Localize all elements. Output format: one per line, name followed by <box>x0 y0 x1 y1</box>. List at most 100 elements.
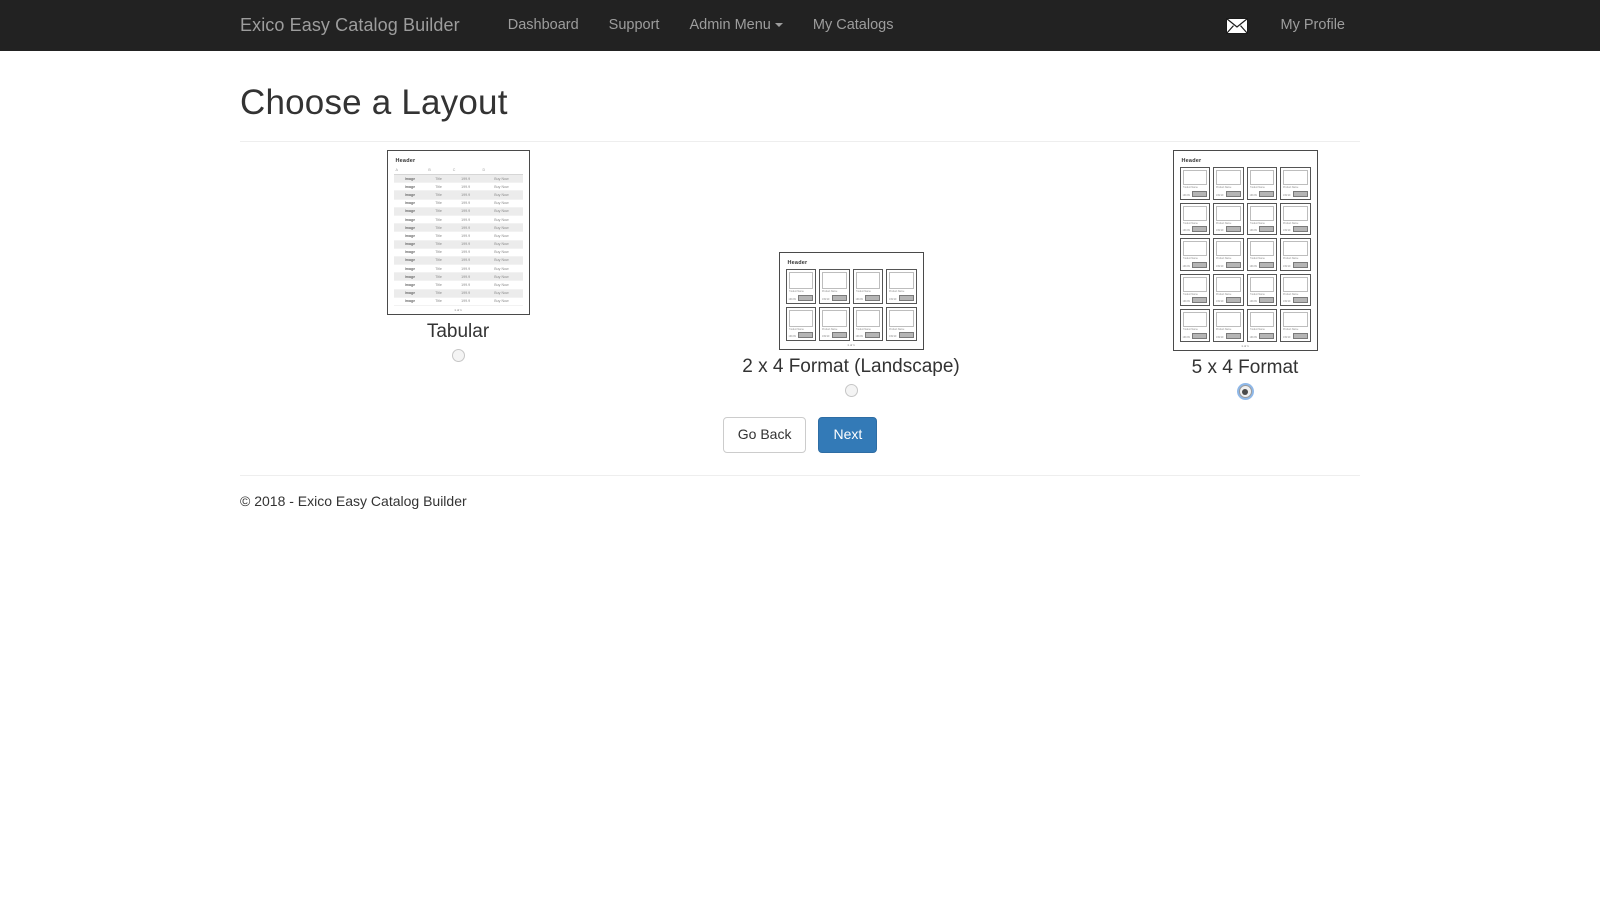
preview-card-price: 199.99 <box>1183 336 1190 339</box>
preview-card-bottom: 199.99 <box>1250 225 1275 232</box>
preview-card: Product Name199.99 <box>1280 309 1311 342</box>
preview-card-image <box>1183 312 1208 327</box>
preview-card-image <box>889 310 914 327</box>
preview-card-price: 199.99 <box>1283 194 1290 197</box>
preview-table-row: ImageTitle199.9Buy Now <box>394 215 523 223</box>
preview-card-buy-button <box>1192 226 1207 232</box>
preview-card-bottom: 199.99 <box>1250 190 1275 197</box>
nav-item-my-catalogs[interactable]: My Catalogs <box>798 0 909 51</box>
preview-card-image <box>1283 206 1308 221</box>
preview-card-buy-button <box>865 295 880 301</box>
preview-card-buy-button <box>1192 333 1207 339</box>
preview-card-price: 199.99 <box>1216 229 1223 232</box>
go-back-button[interactable]: Go Back <box>723 417 807 453</box>
preview-card-price: 199.99 <box>889 298 896 301</box>
layout-option-tabular[interactable]: Header A B C D ImageTitle199.9Buy NowIma… <box>288 150 628 362</box>
layout-radio-tabular[interactable] <box>452 349 465 362</box>
preview-table-cell: Title <box>426 215 450 223</box>
preview-card-bottom: 199.99 <box>1283 261 1308 268</box>
preview-table-cell: 199.9 <box>451 224 481 232</box>
preview-table-cell: Image <box>394 256 427 264</box>
preview-footer-label: 1 of 1 <box>1180 342 1311 348</box>
preview-card-bottom: 199.99 <box>856 331 881 338</box>
preview-table-row: ImageTitle199.9Buy Now <box>394 248 523 256</box>
layout-option-2x4[interactable]: Header Product Name199.99Product Name199… <box>681 252 1021 397</box>
nav-item-my-profile[interactable]: My Profile <box>1266 0 1360 51</box>
nav-item-admin-menu[interactable]: Admin Menu <box>674 0 797 51</box>
next-button[interactable]: Next <box>818 417 877 453</box>
preview-col-c: C <box>451 167 481 175</box>
preview-table-cell: 199.9 <box>451 183 481 191</box>
preview-card: Product Name199.99 <box>1180 167 1211 200</box>
preview-card-buy-button <box>1259 191 1274 197</box>
preview-table-cell: Title <box>426 256 450 264</box>
preview-card-price: 199.99 <box>1250 336 1257 339</box>
preview-table-cell: Buy Now <box>480 265 522 273</box>
preview-card-price: 199.99 <box>1183 265 1190 268</box>
preview-table-cell: Image <box>394 273 427 281</box>
preview-table: A B C D ImageTitle199.9Buy NowImageTitle… <box>394 167 523 306</box>
preview-card-price: 199.99 <box>1250 300 1257 303</box>
preview-header-label: Header <box>394 156 523 167</box>
preview-card: Product Name199.99 <box>1247 167 1278 200</box>
preview-card-bottom: 199.99 <box>1250 261 1275 268</box>
preview-card-buy-button <box>1293 191 1308 197</box>
preview-table-cell: Buy Now <box>480 273 522 281</box>
preview-card-bottom: 199.99 <box>1250 332 1275 339</box>
preview-card-image <box>1250 206 1275 221</box>
preview-table-cell: Title <box>426 207 450 215</box>
preview-table-cell: Title <box>426 183 450 191</box>
preview-card-image <box>1216 206 1241 221</box>
preview-table-cell: Image <box>394 191 427 199</box>
preview-card: Product Name199.99 <box>1280 203 1311 236</box>
preview-card-image <box>856 310 881 327</box>
preview-card-image <box>1216 241 1241 256</box>
preview-table-cell: Image <box>394 215 427 223</box>
preview-card-image <box>1216 312 1241 327</box>
preview-card-buy-button <box>832 332 847 338</box>
preview-card-price: 199.99 <box>856 298 863 301</box>
preview-card: Product Name199.99 <box>819 307 850 342</box>
preview-table-row: ImageTitle199.9Buy Now <box>394 289 523 297</box>
preview-card-buy-button <box>798 332 813 338</box>
navbar-inner: Exico Easy Catalog Builder Dashboard Sup… <box>240 0 1360 51</box>
preview-table-row: ImageTitle199.9Buy Now <box>394 207 523 215</box>
preview-table-cell: Buy Now <box>480 175 522 183</box>
layout-option-5x4[interactable]: Header Product Name199.99Product Name199… <box>1075 150 1415 398</box>
nav-item-admin-menu-label: Admin Menu <box>689 17 770 33</box>
preview-card-buy-button <box>832 295 847 301</box>
layout-preview-2x4-wrap: Header Product Name199.99Product Name199… <box>681 252 1021 350</box>
preview-card: Product Name199.99 <box>1247 203 1278 236</box>
form-actions: Go Back Next <box>240 417 1360 453</box>
preview-card-buy-button <box>1192 262 1207 268</box>
preview-table-cell: Title <box>426 248 450 256</box>
layout-radio-2x4[interactable] <box>845 384 858 397</box>
preview-card: Product Name199.99 <box>1247 274 1278 307</box>
envelope-icon[interactable] <box>1208 18 1266 34</box>
preview-table-row: ImageTitle199.9Buy Now <box>394 256 523 264</box>
preview-card-price: 199.99 <box>1250 194 1257 197</box>
layout-radio-5x4[interactable] <box>1239 385 1252 398</box>
preview-card: Product Name199.99 <box>1247 238 1278 271</box>
preview-card-buy-button <box>1259 262 1274 268</box>
brand-link[interactable]: Exico Easy Catalog Builder <box>240 0 475 51</box>
preview-card: Product Name199.99 <box>1213 238 1244 271</box>
preview-table-cell: 199.9 <box>451 207 481 215</box>
preview-card-buy-button <box>865 332 880 338</box>
preview-card-image <box>1283 312 1308 327</box>
preview-table-row: ImageTitle199.9Buy Now <box>394 297 523 305</box>
preview-table-cell: 199.9 <box>451 281 481 289</box>
preview-table-cell: Image <box>394 207 427 215</box>
layout-radio-5x4-wrap <box>1075 385 1415 398</box>
preview-card-price: 199.99 <box>889 335 896 338</box>
preview-col-d: D <box>480 167 522 175</box>
preview-card: Product Name199.99 <box>1280 274 1311 307</box>
preview-table-cell: Buy Now <box>480 240 522 248</box>
preview-card: Product Name199.99 <box>819 269 850 304</box>
nav-item-support[interactable]: Support <box>594 0 675 51</box>
preview-card-bottom: 199.99 <box>889 331 914 338</box>
nav-item-dashboard[interactable]: Dashboard <box>493 0 594 51</box>
preview-table-cell: Buy Now <box>480 207 522 215</box>
preview-table-cell: Image <box>394 199 427 207</box>
preview-card-price: 199.99 <box>822 335 829 338</box>
